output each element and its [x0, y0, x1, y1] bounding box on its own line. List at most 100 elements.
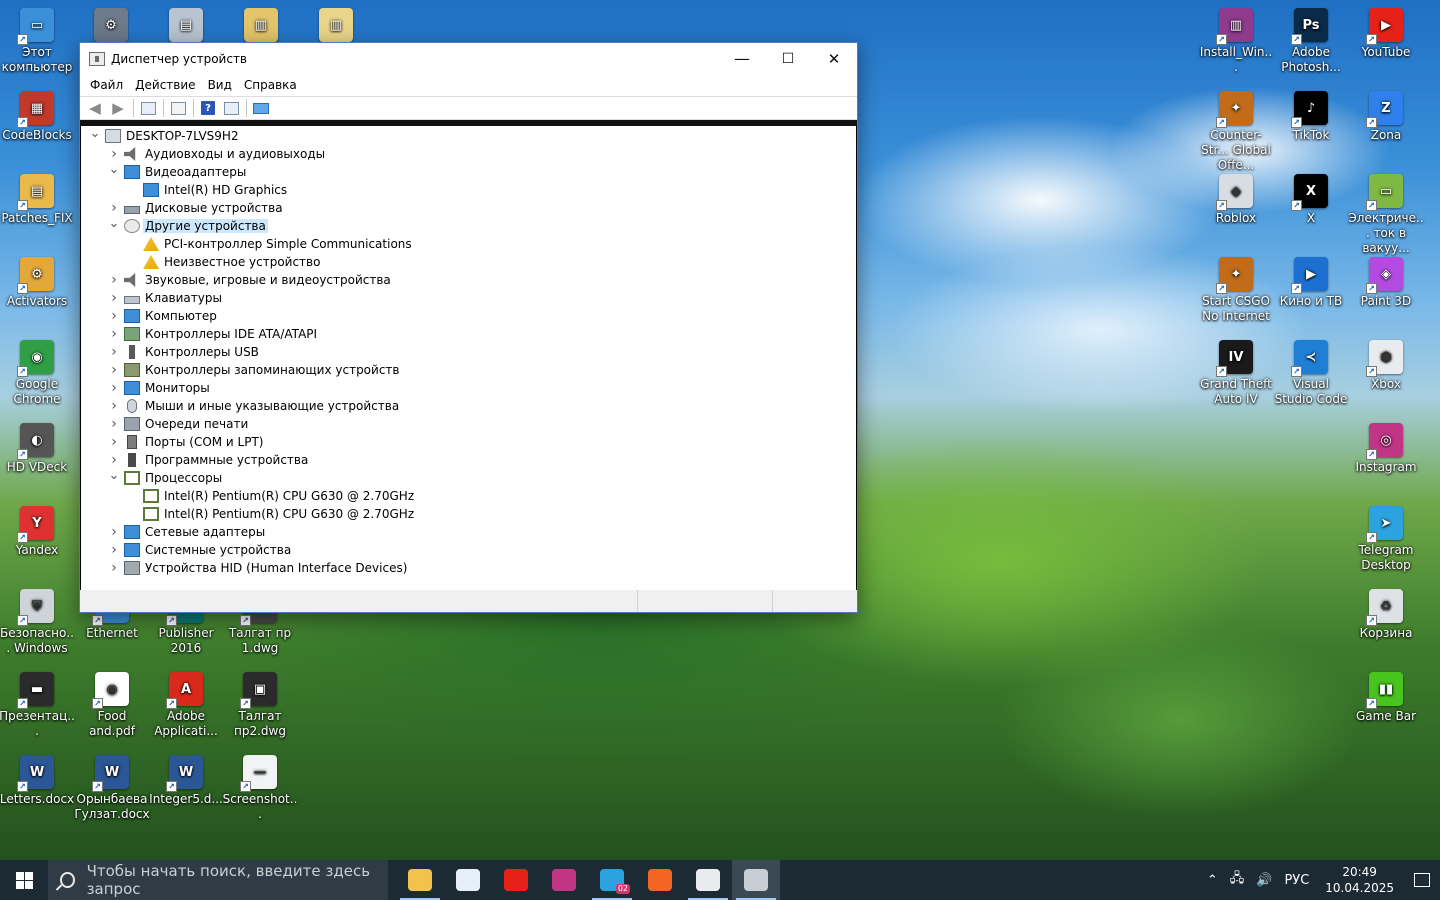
- desktop-icon[interactable]: ▭ ↗ Электриче... ток в вакуу...: [1348, 174, 1424, 256]
- clock[interactable]: 20:49 10.04.2025: [1315, 864, 1404, 896]
- desktop-icon[interactable]: ◉ ↗ Food and.pdf: [74, 672, 150, 739]
- properties-button[interactable]: [167, 98, 189, 118]
- tree-category[interactable]: › Программные устройства: [81, 451, 856, 469]
- chevron-right-icon[interactable]: ›: [108, 289, 120, 307]
- chevron-right-icon[interactable]: ›: [108, 307, 120, 325]
- tree-category[interactable]: › Мыши и иные указывающие устройства: [81, 397, 856, 415]
- help-button[interactable]: ?: [197, 98, 219, 118]
- desktop-icon[interactable]: — ↗ Screenshot...: [222, 755, 298, 822]
- chevron-right-icon[interactable]: ›: [108, 379, 120, 397]
- scan-hardware-button[interactable]: [250, 98, 272, 118]
- chevron-down-icon[interactable]: ⌄: [89, 126, 101, 142]
- menu-action[interactable]: Действие: [129, 78, 201, 92]
- desktop-icon[interactable]: ▣ ↗ Талгат пр2.dwg: [222, 672, 298, 739]
- tree-category[interactable]: › Компьютер: [81, 307, 856, 325]
- desktop-icon[interactable]: ▮▮ ↗ Game Bar: [1348, 672, 1424, 724]
- show-hidden-icons-button[interactable]: ⌃: [1201, 873, 1224, 888]
- taskbar-microsoft-store[interactable]: [444, 860, 492, 900]
- desktop-icon[interactable]: ≺ ↗ Visual Studio Code: [1273, 340, 1349, 407]
- tree-category[interactable]: › Контроллеры IDE ATA/ATAPI: [81, 325, 856, 343]
- tree-root-computer[interactable]: ⌄ DESKTOP-7LVS9H2: [81, 126, 856, 145]
- chevron-right-icon[interactable]: ›: [108, 541, 120, 559]
- tree-device[interactable]: Intel(R) Pentium(R) CPU G630 @ 2.70GHz: [81, 487, 856, 505]
- chevron-right-icon[interactable]: ›: [108, 559, 120, 577]
- desktop-icon[interactable]: A ↗ Adobe Applicati...: [148, 672, 224, 739]
- desktop-icon[interactable]: ⬢ ↗ Xbox: [1348, 340, 1424, 392]
- desktop-icon[interactable]: Ps ↗ Adobe Photosh...: [1273, 8, 1349, 75]
- desktop-icon[interactable]: ✦ ↗ Counter-Str... Global Offe...: [1198, 91, 1274, 173]
- taskbar-telegram[interactable]: 02: [588, 860, 636, 900]
- tree-category[interactable]: › Контроллеры запоминающих устройств: [81, 361, 856, 379]
- maximize-button[interactable]: ☐: [765, 43, 811, 74]
- menu-help[interactable]: Справка: [238, 78, 303, 92]
- network-icon[interactable]: 🖧: [1224, 869, 1251, 891]
- desktop-icon[interactable]: ◉ ↗ Google Chrome: [0, 340, 75, 407]
- chevron-right-icon[interactable]: ›: [108, 415, 120, 433]
- desktop-icon[interactable]: W ↗ Integer5.d...: [148, 755, 224, 807]
- tree-category[interactable]: › Мониторы: [81, 379, 856, 397]
- desktop-icon[interactable]: ◆ ↗ Roblox: [1198, 174, 1274, 226]
- desktop-icon[interactable]: ▤: [148, 8, 224, 45]
- tree-device[interactable]: Intel(R) HD Graphics: [81, 181, 856, 199]
- tree-category[interactable]: ⌄ Процессоры: [81, 466, 856, 487]
- tree-category[interactable]: › Звуковые, игровые и видеоустройства: [81, 271, 856, 289]
- tree-category[interactable]: ⌄ Другие устройства: [81, 214, 856, 235]
- desktop-icon[interactable]: ✦ ↗ Start CSGO No Internet: [1198, 257, 1274, 324]
- desktop-icon[interactable]: ◐ ↗ HD VDeck: [0, 423, 75, 475]
- desktop-icon[interactable]: ⚙ ↗ Activators: [0, 257, 75, 309]
- chevron-right-icon[interactable]: ›: [108, 361, 120, 379]
- taskbar-device-manager[interactable]: [732, 860, 780, 900]
- taskbar-instagram[interactable]: [540, 860, 588, 900]
- action-pane-button[interactable]: [220, 98, 242, 118]
- desktop-icon[interactable]: ♻ ↗ Корзина: [1348, 589, 1424, 641]
- chevron-right-icon[interactable]: ›: [108, 523, 120, 541]
- notification-center-button[interactable]: [1404, 860, 1440, 900]
- desktop-icon[interactable]: ◎ ↗ Instagram: [1348, 423, 1424, 475]
- tree-category[interactable]: › Системные устройства: [81, 541, 856, 559]
- desktop-icon[interactable]: ▥ ↗ Install_Win...: [1198, 8, 1274, 75]
- desktop-icon[interactable]: ▥: [298, 8, 374, 45]
- desktop-icon[interactable]: ▬ ↗ Презентац...: [0, 672, 75, 739]
- minimize-button[interactable]: —: [719, 43, 765, 74]
- desktop-icon[interactable]: IV ↗ Grand Theft Auto IV: [1198, 340, 1274, 407]
- tree-category[interactable]: › Устройства HID (Human Interface Devices…: [81, 559, 856, 577]
- tree-category[interactable]: › Контроллеры USB: [81, 343, 856, 361]
- close-button[interactable]: ✕: [811, 43, 857, 74]
- title-bar[interactable]: Диспетчер устройств — ☐ ✕: [80, 43, 857, 74]
- menu-file[interactable]: Файл: [84, 78, 129, 92]
- chevron-right-icon[interactable]: ›: [108, 271, 120, 289]
- desktop-icon[interactable]: Y ↗ Yandex: [0, 506, 75, 558]
- desktop-icon[interactable]: ◈ ↗ Paint 3D: [1348, 257, 1424, 309]
- desktop-icon[interactable]: ▥: [223, 8, 299, 45]
- show-hide-console-tree-button[interactable]: [137, 98, 159, 118]
- desktop-icon[interactable]: ♪ ↗ TikTok: [1273, 91, 1349, 143]
- tree-device[interactable]: PCI-контроллер Simple Communications: [81, 235, 856, 253]
- chevron-right-icon[interactable]: ›: [108, 325, 120, 343]
- search-box[interactable]: Чтобы начать поиск, введите здесь запрос: [48, 860, 388, 900]
- tree-category[interactable]: › Клавиатуры: [81, 289, 856, 307]
- chevron-down-icon[interactable]: ⌄: [108, 160, 120, 178]
- desktop-icon[interactable]: ▭ ↗ Этот компьютер: [0, 8, 75, 75]
- tree-category[interactable]: › Дисковые устройства: [81, 199, 856, 217]
- language-indicator[interactable]: РУС: [1278, 873, 1315, 888]
- chevron-down-icon[interactable]: ⌄: [108, 466, 120, 484]
- desktop-icon[interactable]: W ↗ Letters.docx: [0, 755, 75, 807]
- tree-category[interactable]: › Порты (COM и LPT): [81, 433, 856, 451]
- desktop-icon[interactable]: ⚙: [73, 8, 149, 45]
- tree-category[interactable]: › Очереди печати: [81, 415, 856, 433]
- forward-button[interactable]: ▶: [107, 98, 129, 118]
- taskbar-file-explorer[interactable]: [396, 860, 444, 900]
- chevron-down-icon[interactable]: ⌄: [108, 214, 120, 232]
- desktop-icon[interactable]: ▶ ↗ Кино и ТВ: [1273, 257, 1349, 309]
- desktop-icon[interactable]: W ↗ Орынбаева Гулзат.docx: [74, 755, 150, 822]
- start-button[interactable]: [0, 860, 48, 900]
- volume-icon[interactable]: 🔊: [1250, 873, 1278, 888]
- desktop-icon[interactable]: ➤ ↗ Telegram Desktop: [1348, 506, 1424, 573]
- taskbar-youtube[interactable]: [492, 860, 540, 900]
- tree-category[interactable]: › Сетевые адаптеры: [81, 523, 856, 541]
- tree-category[interactable]: › Аудиовходы и аудиовыходы: [81, 145, 856, 163]
- tree-category[interactable]: ⌄ Видеоадаптеры: [81, 160, 856, 181]
- desktop-icon[interactable]: ⛨ ↗ Безопасно... Windows: [0, 589, 75, 656]
- back-button[interactable]: ◀: [84, 98, 106, 118]
- chevron-right-icon[interactable]: ›: [108, 433, 120, 451]
